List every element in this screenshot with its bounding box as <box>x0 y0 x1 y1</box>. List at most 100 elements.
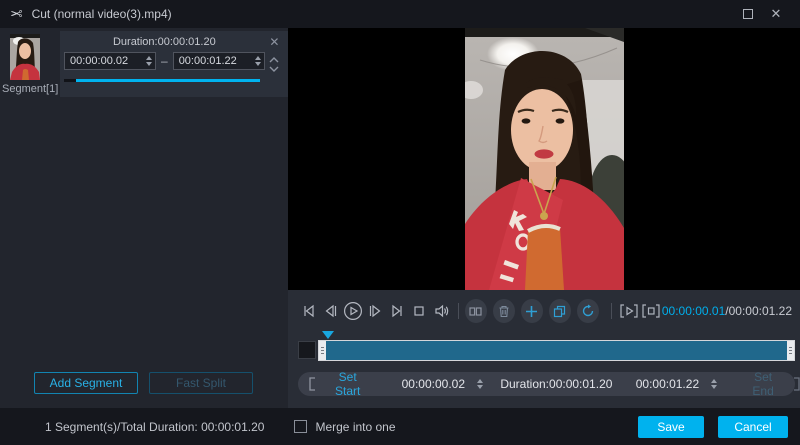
segment-list-empty-space <box>0 97 288 372</box>
add-segment-button[interactable]: Add Segment <box>34 372 138 394</box>
cut-dialog: ✂ Cut (normal video(3).mp4) ✕ <box>0 0 800 445</box>
timeline-track[interactable] <box>318 340 795 361</box>
separator <box>611 303 612 319</box>
video-viewport <box>288 28 800 290</box>
end-bracket-icon <box>792 377 800 391</box>
transport-row: 00:00:00.01/00:00:01.22 <box>298 299 795 323</box>
segment-name: Segment[1] <box>2 83 58 95</box>
segment-start-field[interactable] <box>64 52 156 70</box>
segment-time-inputs: – <box>64 52 265 70</box>
trim-end-input[interactable] <box>628 377 706 391</box>
trim-duration-label: Duration:00:00:01.20 <box>500 377 612 391</box>
maximize-button[interactable] <box>734 3 762 25</box>
main-area: Segment[1] Duration:00:00:01.20 – <box>0 28 800 408</box>
segment-reorder[interactable] <box>268 56 280 73</box>
spinner-down-icon[interactable] <box>255 62 261 66</box>
range-dash: – <box>156 54 173 68</box>
preview-panel: 00:00:00.01/00:00:01.22 <box>288 28 800 408</box>
merge-label: Merge into one <box>315 420 395 434</box>
spinner-up-icon[interactable] <box>477 379 483 383</box>
reset-button[interactable] <box>577 299 599 323</box>
stop-icon <box>410 302 428 320</box>
close-button[interactable]: ✕ <box>762 3 790 25</box>
stop-segment-button[interactable] <box>640 301 662 321</box>
timeline-thumbnail <box>298 341 316 359</box>
close-icon: ✕ <box>771 6 782 22</box>
trim-bar: Set Start Duration:00:00:01.20 Set End <box>298 372 795 396</box>
play-button[interactable] <box>342 301 364 321</box>
timeline-selected-range[interactable] <box>326 341 787 360</box>
add-segment-icon-button[interactable] <box>521 299 543 323</box>
trim-start-input[interactable] <box>394 377 472 391</box>
save-button[interactable]: Save <box>638 416 704 438</box>
segment-card[interactable]: Duration:00:00:01.20 – <box>60 31 288 97</box>
footer-bar: 1 Segment(s)/Total Duration: 00:00:01.20… <box>0 408 800 445</box>
playhead-marker[interactable] <box>322 331 334 339</box>
merge-option[interactable]: Merge into one <box>294 420 395 434</box>
set-start-button[interactable]: Set Start <box>317 370 378 398</box>
play-icon <box>343 301 363 321</box>
segment-card-rail: ✕ <box>265 34 284 97</box>
split-icon <box>469 306 482 317</box>
segment-start-spinner[interactable] <box>145 56 153 66</box>
volume-button[interactable] <box>430 301 452 321</box>
segment-start-input[interactable] <box>70 55 145 67</box>
frame-forward-icon <box>366 302 384 320</box>
frame-back-button[interactable] <box>320 301 342 321</box>
status-text: 1 Segment(s)/Total Duration: 00:00:01.20 <box>45 420 264 434</box>
plus-icon <box>525 305 538 318</box>
stop-segment-icon <box>640 302 662 320</box>
trim-end-field[interactable] <box>628 377 718 391</box>
trim-start-field[interactable] <box>394 377 484 391</box>
copy-segment-button[interactable] <box>549 299 571 323</box>
frame-back-icon <box>322 302 340 320</box>
segment-duration-label: Duration:00:00:01.20 <box>64 34 265 52</box>
skip-end-button[interactable] <box>386 301 408 321</box>
spinner-down-icon[interactable] <box>711 385 717 389</box>
fast-split-button[interactable]: Fast Split <box>149 372 253 394</box>
delete-segment-button[interactable] <box>493 299 515 323</box>
video-frame <box>465 28 624 290</box>
trim-end-handle[interactable] <box>787 341 794 360</box>
cancel-button[interactable]: Cancel <box>718 416 788 438</box>
merge-checkbox[interactable] <box>294 420 307 433</box>
chevron-down-icon[interactable] <box>268 65 280 73</box>
volume-icon <box>432 302 451 320</box>
total-time: /00:00:01.22 <box>725 304 792 318</box>
segment-end-spinner[interactable] <box>254 56 262 66</box>
segment-end-field[interactable] <box>173 52 265 70</box>
split-segment-button[interactable] <box>465 299 487 323</box>
segment-range-pre <box>64 79 76 82</box>
titlebar: ✂ Cut (normal video(3).mp4) ✕ <box>0 0 800 28</box>
spinner-up-icon[interactable] <box>255 56 261 60</box>
segment-end-input[interactable] <box>179 55 254 67</box>
player-controls: 00:00:00.01/00:00:01.22 <box>288 290 800 408</box>
trim-end-spinner[interactable] <box>710 379 718 389</box>
segment-remove-icon[interactable]: ✕ <box>269 36 279 48</box>
segment-card-main: Duration:00:00:01.20 – <box>64 34 265 97</box>
spinner-down-icon[interactable] <box>477 385 483 389</box>
trim-start-spinner[interactable] <box>476 379 484 389</box>
segment-range-selected <box>76 79 260 82</box>
spinner-down-icon[interactable] <box>146 62 152 66</box>
set-end-button[interactable]: Set End <box>734 370 791 398</box>
time-display: 00:00:00.01/00:00:01.22 <box>662 304 795 318</box>
spinner-up-icon[interactable] <box>711 379 717 383</box>
segment-thumbnail[interactable] <box>10 34 40 80</box>
separator <box>458 303 459 319</box>
stop-button[interactable] <box>408 301 430 321</box>
segment-entry[interactable]: Segment[1] Duration:00:00:01.20 – <box>0 31 288 97</box>
chevron-up-icon[interactable] <box>268 56 280 64</box>
trim-start-handle[interactable] <box>319 341 326 360</box>
segment-panel: Segment[1] Duration:00:00:01.20 – <box>0 28 288 408</box>
copy-icon <box>553 305 566 318</box>
skip-start-button[interactable] <box>298 301 320 321</box>
play-segment-icon <box>618 302 640 320</box>
trash-icon <box>498 305 510 318</box>
maximize-icon <box>743 9 753 19</box>
play-segment-button[interactable] <box>618 301 640 321</box>
start-bracket-icon <box>308 377 317 391</box>
frame-forward-button[interactable] <box>364 301 386 321</box>
skip-start-icon <box>300 302 318 320</box>
spinner-up-icon[interactable] <box>146 56 152 60</box>
